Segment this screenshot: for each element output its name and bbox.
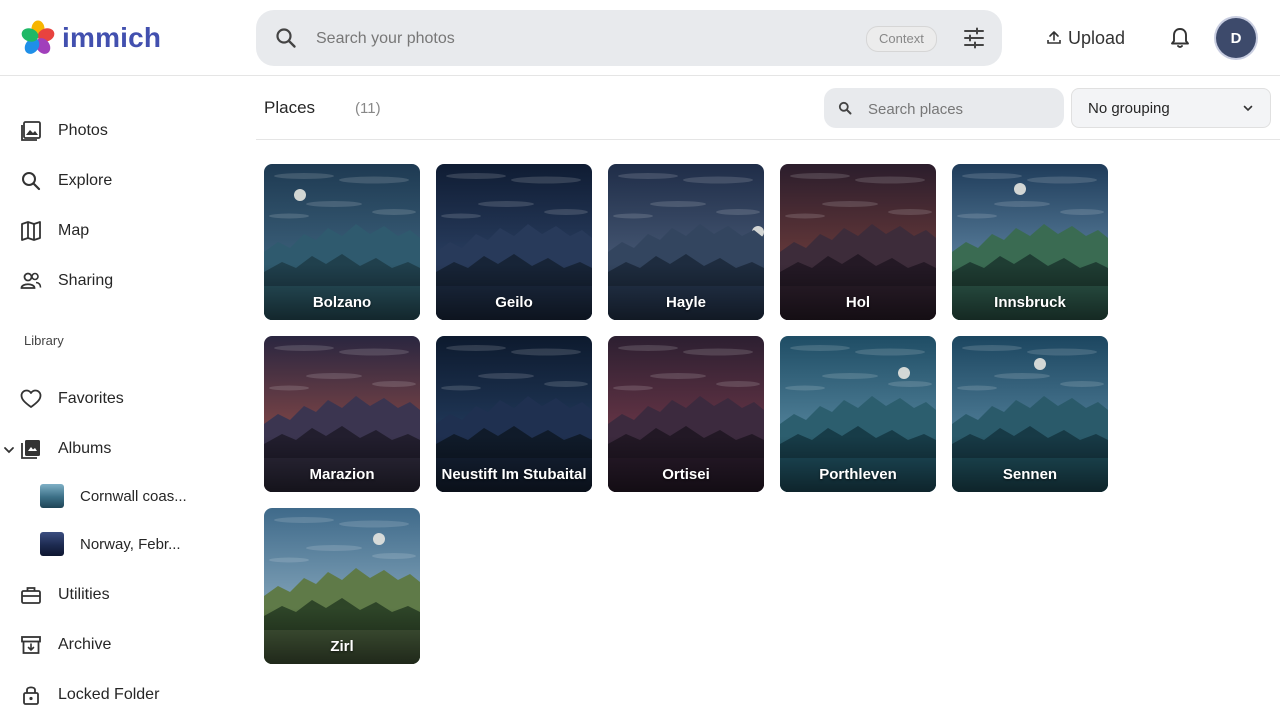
grouping-selected-value: No grouping xyxy=(1088,100,1170,117)
heart-icon xyxy=(20,388,42,410)
places-header: Places (11) No grouping xyxy=(256,76,1280,140)
upload-label: Upload xyxy=(1068,27,1126,48)
search-icon xyxy=(838,101,852,115)
place-tile[interactable]: Neustift Im Stubaital xyxy=(436,336,592,492)
places-count: (11) xyxy=(355,100,381,117)
place-name: Neustift Im Stubaital xyxy=(441,465,587,483)
upload-button[interactable]: Upload xyxy=(1046,22,1125,54)
search-input[interactable] xyxy=(314,24,838,54)
album-thumbnail xyxy=(40,484,64,508)
upload-icon xyxy=(1047,31,1061,44)
map-icon xyxy=(20,220,42,242)
sidebar-item-albums[interactable]: Albums xyxy=(20,429,111,469)
place-name: Hol xyxy=(845,293,871,311)
places-search-box[interactable] xyxy=(824,88,1064,128)
notifications-bell-icon[interactable] xyxy=(1168,26,1192,50)
place-name: Innsbruck xyxy=(994,293,1066,311)
sidebar-item-utilities[interactable]: Utilities xyxy=(20,575,110,615)
top-bar: immich Context Upload D xyxy=(0,0,1280,76)
photos-icon xyxy=(20,120,42,142)
sidebar-item-label: Favorites xyxy=(58,390,124,407)
place-tile[interactable]: Hayle xyxy=(608,164,764,320)
place-tile[interactable]: Hol xyxy=(780,164,936,320)
chevron-down-icon[interactable] xyxy=(2,443,16,457)
album-label: Cornwall coas... xyxy=(80,487,187,505)
app-name: immich xyxy=(62,22,162,53)
sidebar-item-label: Photos xyxy=(58,122,108,139)
place-name: Porthleven xyxy=(819,465,897,483)
place-name: Ortisei xyxy=(662,465,710,483)
sidebar-item-label: Archive xyxy=(58,636,112,653)
chevron-down-icon xyxy=(1243,105,1253,112)
places-search-input[interactable] xyxy=(866,98,1050,120)
immich-logo[interactable]: immich xyxy=(20,20,161,56)
toolbox-icon xyxy=(20,584,42,606)
place-tile[interactable]: Marazion xyxy=(264,336,420,492)
place-tile[interactable]: Ortisei xyxy=(608,336,764,492)
sidebar-item-label: Sharing xyxy=(58,272,114,289)
place-tile[interactable]: Sennen xyxy=(952,336,1108,492)
sidebar-album-norway[interactable]: Norway, Febr... xyxy=(40,528,181,560)
user-avatar[interactable]: D xyxy=(1216,18,1256,58)
sidebar-item-label: Locked Folder xyxy=(58,686,160,703)
search-icon xyxy=(20,170,42,192)
place-tile[interactable]: Bolzano xyxy=(264,164,420,320)
sidebar-item-photos[interactable]: Photos xyxy=(20,111,108,151)
people-icon xyxy=(20,270,42,292)
sidebar-album-cornwall[interactable]: Cornwall coas... xyxy=(40,480,187,512)
library-section-label: Library xyxy=(24,333,64,348)
place-name: Sennen xyxy=(1002,465,1058,483)
sidebar-item-label: Explore xyxy=(58,172,113,189)
sidebar-item-label: Map xyxy=(58,222,90,239)
place-name: Geilo xyxy=(495,293,533,311)
search-icon[interactable] xyxy=(274,26,298,50)
place-name: Bolzano xyxy=(312,293,372,311)
page-title: Places xyxy=(264,98,316,117)
sidebar-item-explore[interactable]: Explore xyxy=(20,161,112,201)
sidebar-item-label: Utilities xyxy=(58,586,110,603)
album-icon xyxy=(20,438,42,460)
sidebar-item-favorites[interactable]: Favorites xyxy=(20,379,124,419)
place-tile[interactable]: Zirl xyxy=(264,508,420,664)
place-name: Zirl xyxy=(330,637,354,655)
immich-flower-icon xyxy=(21,20,55,54)
album-thumbnail xyxy=(40,532,64,556)
album-label: Norway, Febr... xyxy=(80,535,181,553)
sidebar-item-label: Albums xyxy=(58,440,112,457)
place-tile[interactable]: Innsbruck xyxy=(952,164,1108,320)
place-tile[interactable]: Porthleven xyxy=(780,336,936,492)
archive-icon xyxy=(20,634,42,656)
photo-search-bar[interactable]: Context xyxy=(256,10,1002,66)
grouping-select[interactable]: No grouping xyxy=(1071,88,1271,128)
sidebar-item-map[interactable]: Map xyxy=(20,211,89,251)
tune-filter-icon[interactable] xyxy=(962,26,986,50)
sidebar-item-sharing[interactable]: Sharing xyxy=(20,261,113,301)
sidebar-item-archive[interactable]: Archive xyxy=(20,625,111,665)
place-name: Hayle xyxy=(665,293,707,311)
place-name: Marazion xyxy=(309,465,375,483)
sidebar-item-locked-folder[interactable]: Locked Folder xyxy=(20,675,159,715)
lock-icon xyxy=(20,684,42,706)
sidebar: Photos Explore Map Sharing Library Favor… xyxy=(0,76,240,720)
context-search-toggle[interactable]: Context xyxy=(866,26,937,52)
place-tile[interactable]: Geilo xyxy=(436,164,592,320)
